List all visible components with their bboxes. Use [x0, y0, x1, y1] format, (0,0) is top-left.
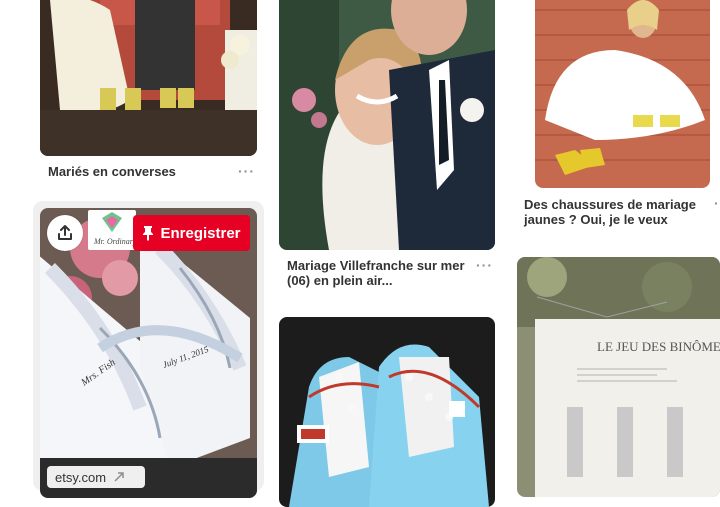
- more-options-icon[interactable]: ···: [476, 257, 493, 273]
- pin-image-custom-converse[interactable]: Mrs. Fish July 11, 2015: [40, 208, 257, 498]
- pin-caption[interactable]: Des chaussures de mariage: [524, 197, 696, 213]
- pin-image-couple-portrait[interactable]: [279, 0, 495, 250]
- source-label: etsy.com: [55, 469, 107, 485]
- more-options-icon[interactable]: ···: [238, 163, 255, 179]
- save-label: Enregistrer: [160, 224, 241, 242]
- pin-caption[interactable]: jaunes ? Oui, je le veux: [524, 212, 668, 228]
- svg-text:Mr. Ordinary: Mr. Ordinary: [93, 237, 136, 246]
- sign-title: LE JEU DES BINÔMES: [597, 339, 720, 354]
- pin-icon: [143, 226, 154, 241]
- pin-image-seating-chart[interactable]: LE JEU DES BINÔMES: [517, 257, 720, 497]
- save-button[interactable]: Enregistrer: [133, 215, 250, 251]
- more-options-icon[interactable]: ···: [714, 195, 720, 211]
- pin-image-yellow-shoes[interactable]: [535, 0, 710, 188]
- source-link[interactable]: etsy.com: [47, 466, 145, 488]
- pin-image-couple-converse[interactable]: [40, 0, 257, 156]
- pin-caption[interactable]: (06) en plein air...: [287, 273, 392, 289]
- pin-caption[interactable]: Mariage Villefranche sur mer: [287, 258, 465, 274]
- share-button[interactable]: [47, 215, 83, 251]
- pin-image-pearl-converse[interactable]: [279, 317, 495, 507]
- pin-caption[interactable]: Mariés en converses: [48, 164, 176, 180]
- external-link-icon: [114, 472, 124, 482]
- brand-logo: Mr. Ordinary: [88, 210, 137, 250]
- upload-icon: [58, 225, 72, 240]
